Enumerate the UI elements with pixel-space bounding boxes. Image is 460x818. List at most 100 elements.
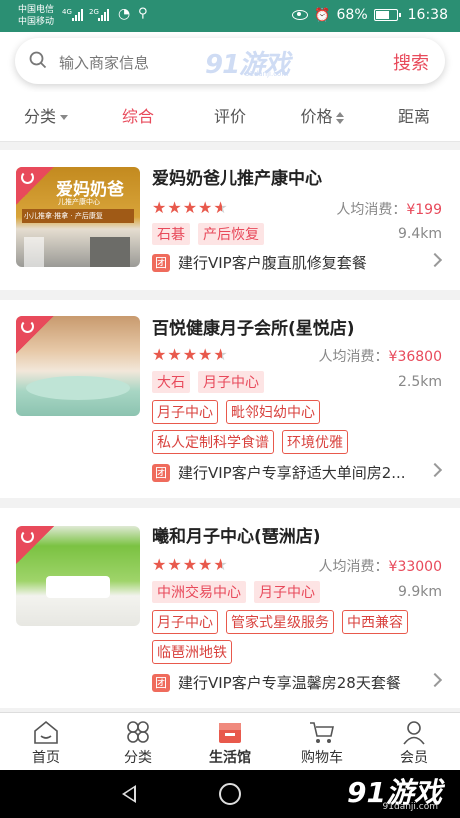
- store-card[interactable]: 百悦健康月子会所(星悦店) ★★★★★ 人均消费：¥36800 大石 月子中心 …: [0, 300, 460, 498]
- tab-life-store-label: 生活馆: [209, 750, 251, 766]
- avg-price: ¥33000: [388, 559, 442, 575]
- feature-tag: 私人定制科学食谱: [152, 430, 274, 454]
- tab-life-store[interactable]: 生活馆: [184, 713, 276, 770]
- status-bar: 中国电信 中国移动 4G 2G ◔ ⚲ ⏰ 68% 16:38: [0, 0, 460, 32]
- category-tag: 产后恢复: [198, 223, 264, 245]
- category-tag: 月子中心: [254, 581, 320, 603]
- avg-price: ¥199: [406, 202, 442, 218]
- filter-bar: 分类 综合 评价 价格 距离: [0, 92, 460, 142]
- distance: 9.9km: [397, 584, 442, 600]
- feature-tag: 月子中心: [152, 610, 218, 634]
- eye-comfort-icon: [292, 10, 309, 20]
- deal-row[interactable]: 团 建行VIP客户腹直肌修复套餐: [152, 252, 444, 274]
- distance: 2.5km: [397, 374, 442, 390]
- home-icon: [34, 720, 58, 744]
- feature-tag: 管家式星级服务: [226, 610, 334, 634]
- search-button[interactable]: 搜索: [393, 49, 429, 75]
- footer-watermark-url: 91danji.com: [382, 802, 438, 812]
- hot-badge-icon: [16, 526, 54, 564]
- tab-category-label: 分类: [124, 750, 152, 766]
- filter-distance[interactable]: 距离: [368, 92, 460, 141]
- network-type-1: 4G: [62, 8, 72, 16]
- system-nav-bar: 91游戏 91danji.com: [0, 770, 460, 818]
- store-icon: [219, 723, 241, 743]
- battery-icon: [373, 9, 401, 21]
- deal-row[interactable]: 团 建行VIP客户专享舒适大单间房2...: [152, 462, 444, 484]
- battery-percent: 68%: [336, 7, 368, 23]
- carrier-2: 中国移动: [18, 17, 55, 27]
- clock: 16:38: [407, 7, 448, 23]
- wifi-icon: ◔: [118, 6, 131, 22]
- search-bar[interactable]: 输入商家信息 91游戏 91danji.com 搜索: [15, 38, 445, 84]
- alarm-icon: ⏰: [314, 7, 331, 23]
- search-header: 输入商家信息 91游戏 91danji.com 搜索: [0, 32, 460, 92]
- feature-tag: 中西兼容: [342, 610, 408, 634]
- signal-icon-2: [98, 9, 112, 21]
- cart-icon: [310, 722, 334, 743]
- area-tag: 中洲交易中心: [152, 581, 246, 603]
- chevron-right-icon: [427, 462, 443, 478]
- category-icon: [127, 721, 149, 743]
- store-thumbnail: 爱妈奶爸 儿推产康中心 小儿推拿·推拿 · 产后康复: [16, 167, 140, 267]
- signal-icon: [72, 9, 86, 21]
- chevron-right-icon: [427, 252, 443, 268]
- group-deal-icon: 团: [152, 254, 170, 272]
- tab-member[interactable]: 会员: [368, 713, 460, 770]
- store-name: 爱妈奶爸儿推产康中心: [152, 169, 322, 189]
- feature-tag: 环境优雅: [282, 430, 348, 454]
- user-icon: [403, 721, 425, 745]
- search-input[interactable]: 输入商家信息: [59, 52, 149, 73]
- back-icon[interactable]: [122, 785, 136, 803]
- store-card[interactable]: 曦和月子中心(琶洲店) ★★★★★ 人均消费：¥33000 中洲交易中心 月子中…: [0, 508, 460, 708]
- hot-badge-icon: [16, 316, 54, 354]
- deal-text: 建行VIP客户专享舒适大单间房2...: [178, 464, 406, 482]
- area-tag: 石碁: [152, 223, 190, 245]
- dropdown-caret-icon: [60, 115, 68, 120]
- tab-member-label: 会员: [400, 750, 428, 766]
- area-tag: 大石: [152, 371, 190, 393]
- tab-cart[interactable]: 购物车: [276, 713, 368, 770]
- feature-tag: 毗邻妇幼中心: [226, 400, 320, 424]
- home-circle-icon[interactable]: [219, 783, 241, 805]
- group-deal-icon: 团: [152, 674, 170, 692]
- filter-comprehensive[interactable]: 综合: [92, 92, 184, 141]
- filter-price[interactable]: 价格: [276, 92, 368, 141]
- rating-stars: ★★★★★: [152, 198, 229, 217]
- avg-spend: 人均消费：¥33000: [318, 559, 442, 575]
- rating-stars: ★★★★★: [152, 345, 229, 364]
- tab-home[interactable]: 首页: [0, 713, 92, 770]
- distance: 9.4km: [397, 226, 442, 242]
- deal-row[interactable]: 团 建行VIP客户专享温馨房28天套餐: [152, 672, 444, 694]
- store-thumbnail: [16, 526, 140, 626]
- carrier-1: 中国电信: [18, 5, 55, 15]
- avg-spend: 人均消费：¥36800: [318, 349, 442, 365]
- store-name: 百悦健康月子会所(星悦店): [152, 319, 355, 339]
- bottom-tab-bar: 首页 分类 生活馆 购物车 会员: [0, 712, 460, 770]
- tab-home-label: 首页: [32, 750, 60, 766]
- hot-badge-icon: [16, 167, 54, 205]
- avg-spend: 人均消费：¥199: [336, 202, 442, 218]
- store-card[interactable]: 爱妈奶爸 儿推产康中心 小儿推拿·推拿 · 产后康复 爱妈奶爸儿推产康中心 ★★…: [0, 150, 460, 290]
- category-tag: 月子中心: [198, 371, 264, 393]
- search-icon: [29, 51, 47, 69]
- feature-tag: 月子中心: [152, 400, 218, 424]
- tab-cart-label: 购物车: [301, 750, 343, 766]
- deal-text: 建行VIP客户专享温馨房28天套餐: [178, 674, 401, 692]
- deal-text: 建行VIP客户腹直肌修复套餐: [178, 254, 367, 272]
- group-deal-icon: 团: [152, 464, 170, 482]
- chevron-right-icon: [427, 672, 443, 688]
- filter-category[interactable]: 分类: [0, 92, 92, 141]
- thumb-sign-sub2: 小儿推拿·推拿 · 产后康复: [22, 209, 134, 223]
- sort-arrows-icon: [335, 111, 344, 124]
- thumb-sign-sub: 儿推产康中心: [58, 198, 100, 206]
- carrier-info: 中国电信 中国移动: [18, 4, 54, 28]
- watermark-url: 91danji.com: [245, 70, 289, 78]
- usb-icon: ⚲: [138, 6, 148, 21]
- store-name: 曦和月子中心(琶洲店): [152, 527, 321, 547]
- tab-category[interactable]: 分类: [92, 713, 184, 770]
- avg-price: ¥36800: [388, 349, 442, 365]
- feature-tag: 临琶洲地铁: [152, 640, 232, 664]
- filter-rating[interactable]: 评价: [184, 92, 276, 141]
- store-thumbnail: [16, 316, 140, 416]
- rating-stars: ★★★★★: [152, 555, 229, 574]
